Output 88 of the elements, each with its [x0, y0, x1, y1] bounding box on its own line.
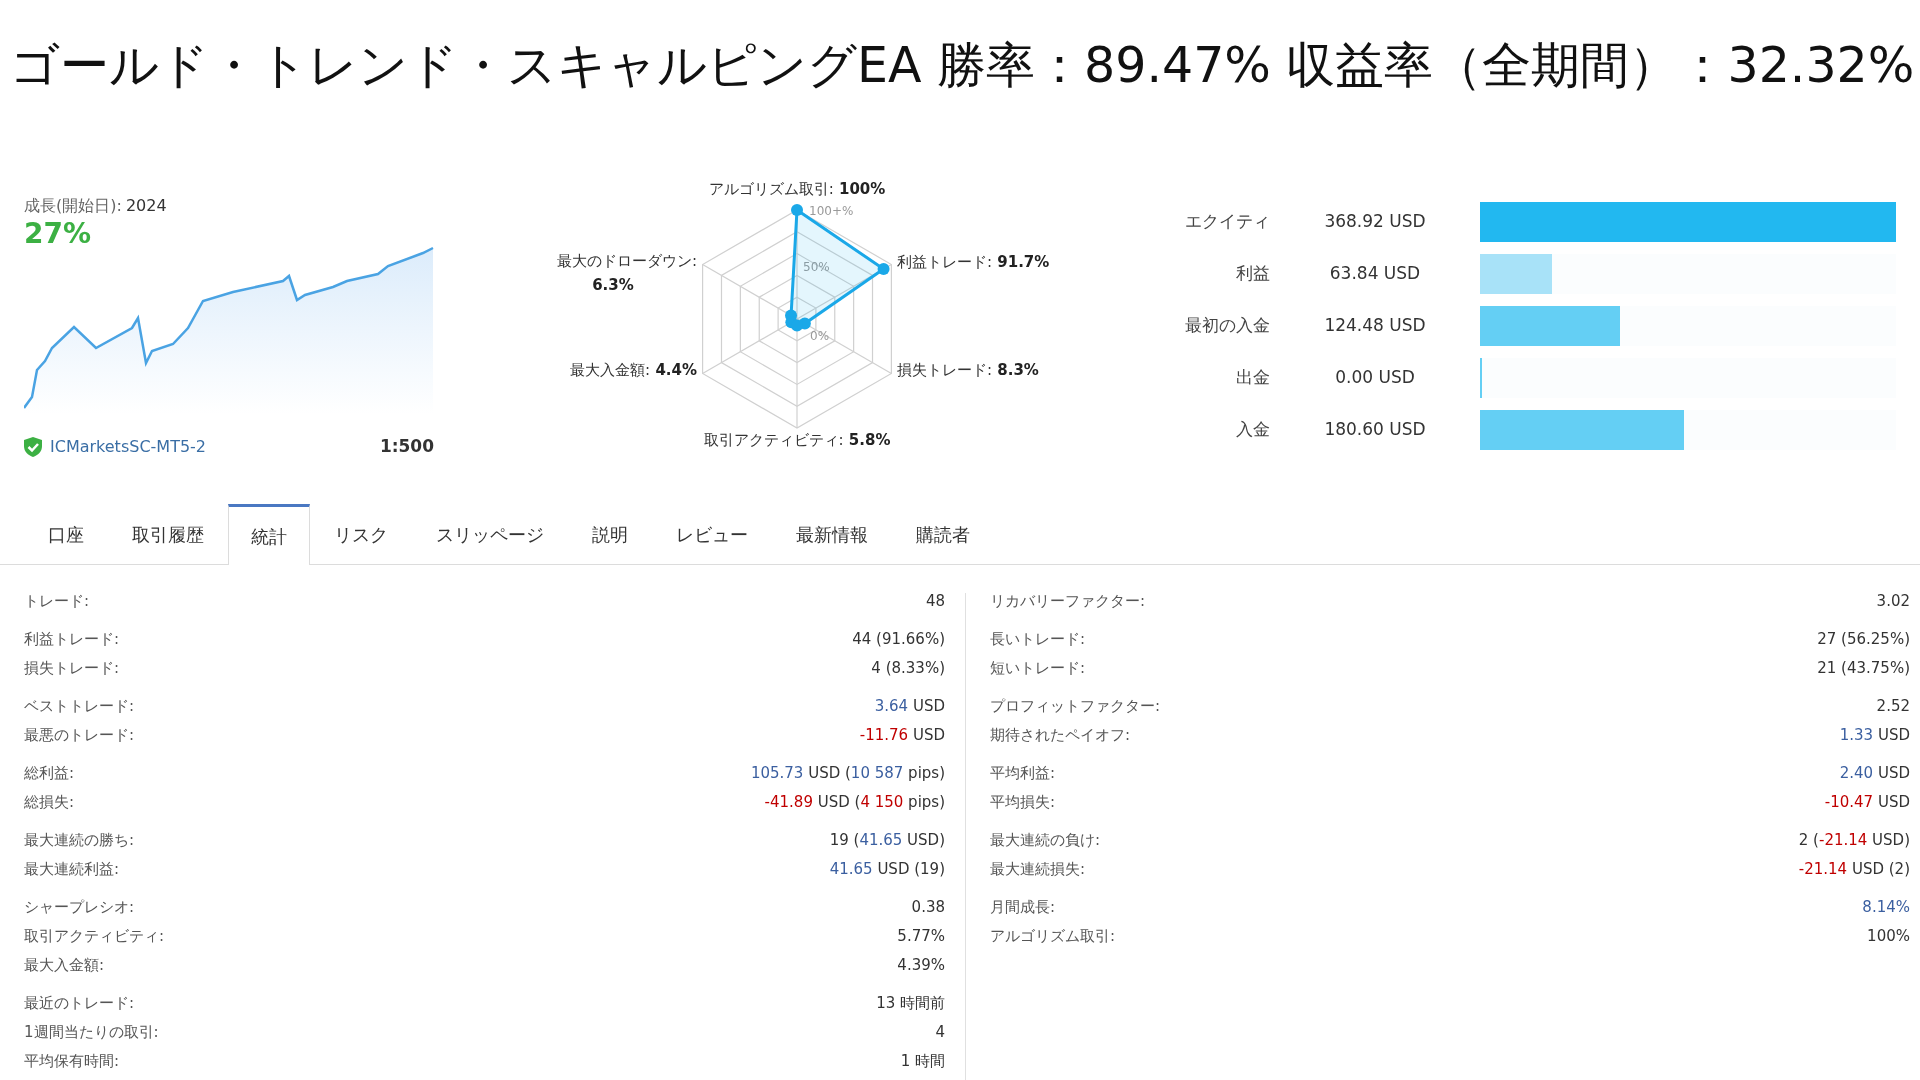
- tab[interactable]: 取引履歴: [108, 504, 228, 564]
- radar-scale-label: 50%: [803, 260, 830, 274]
- balance-value: 63.84 USD: [1328, 262, 1422, 286]
- stat-label: トレード:: [24, 591, 90, 613]
- stat-label: 最大連続の勝ち:: [24, 830, 135, 852]
- stat-label: 取引アクティビティ:: [24, 926, 165, 948]
- balance-label: エクイティ: [1184, 210, 1270, 234]
- stat-value: -41.89 USD (4 150 pips): [764, 792, 945, 814]
- page-title: ゴールド・トレンド・スキャルピングEA 勝率：89.47% 収益率（全期間）：32.32%: [10, 36, 1915, 96]
- stat-value: 41.65 USD (19): [829, 859, 945, 881]
- balance-value: 368.92 USD: [1323, 210, 1427, 234]
- stat-value: 2.40 USD: [1839, 763, 1910, 785]
- balance-label: 利益: [1235, 262, 1270, 286]
- stat-label: ベストトレード:: [24, 696, 135, 718]
- stat-value: 19 (41.65 USD): [829, 830, 945, 852]
- stat-value: 3.02: [1876, 591, 1910, 613]
- radar-axis-label: 取引アクティビティ: 5.8%: [703, 431, 891, 449]
- stat-label: 1週間当たりの取引:: [24, 1022, 159, 1044]
- leverage-value: 1:500: [379, 435, 434, 458]
- stat-label: 短いトレード:: [990, 658, 1086, 680]
- tab[interactable]: 口座: [24, 504, 108, 564]
- stat-label: 総損失:: [24, 792, 75, 814]
- stat-label: 最大連続損失:: [990, 859, 1086, 881]
- stat-value: 105.73 USD (10 587 pips): [750, 763, 945, 785]
- stat-label: 最大入金額:: [24, 955, 105, 977]
- stat-value: 4 (8.33%): [871, 658, 945, 680]
- stat-value: 8.14%: [1862, 897, 1910, 919]
- stat-value: 4.39%: [897, 955, 945, 977]
- stat-label: リカバリーファクター:: [990, 591, 1146, 613]
- tab[interactable]: スリッページ: [412, 504, 568, 564]
- stat-value: 4: [935, 1022, 945, 1044]
- balance-value: 180.60 USD: [1323, 418, 1427, 442]
- growth-value: 27%: [24, 218, 92, 250]
- growth-label: 成長(開始日):: [24, 195, 122, 217]
- stat-label: 期待されたペイオフ:: [990, 725, 1131, 747]
- stat-value: 1 時間: [900, 1051, 945, 1073]
- stat-value: 13 時間前: [876, 993, 945, 1015]
- radar-axis-reading: 6.3%: [592, 276, 634, 294]
- radar-axis-label: アルゴリズム取引: 100%: [708, 180, 886, 198]
- radar-scale-label: 100+%: [809, 204, 854, 218]
- account-link[interactable]: ICMarketsSC-MT5-2: [50, 434, 207, 459]
- tab[interactable]: 購読者: [892, 504, 994, 564]
- growth-start-year: 2024: [125, 195, 167, 217]
- stat-label: シャープレシオ:: [24, 897, 135, 919]
- stat-label: プロフィットファクター:: [990, 696, 1161, 718]
- tab[interactable]: 説明: [568, 504, 652, 564]
- tab[interactable]: レビュー: [652, 504, 772, 564]
- balance-label: 出金: [1235, 366, 1270, 390]
- balance-label: 入金: [1235, 418, 1270, 442]
- stat-label: 月間成長:: [990, 897, 1056, 919]
- balance-value: 124.48 USD: [1323, 314, 1427, 338]
- tab[interactable]: リスク: [310, 504, 412, 564]
- stat-label: 損失トレード:: [24, 658, 120, 680]
- stat-value: 0.38: [911, 897, 945, 919]
- stat-label: 平均保有時間:: [24, 1051, 120, 1073]
- stat-value: 5.77%: [897, 926, 945, 948]
- radar-axis-label: 最大のドローダウン:: [556, 252, 697, 270]
- stat-label: 平均利益:: [990, 763, 1056, 785]
- stat-label: アルゴリズム取引:: [990, 926, 1116, 948]
- balance-value: 0.00 USD: [1334, 366, 1416, 390]
- radar-axis-label: 利益トレード: 91.7%: [897, 253, 1050, 271]
- stat-label: 最悪のトレード:: [24, 725, 135, 747]
- radar-axis-label: 損失トレード: 8.3%: [897, 361, 1039, 379]
- stat-value: 2.52: [1876, 696, 1910, 718]
- balance-label: 最初の入金: [1184, 314, 1270, 338]
- stat-label: 平均損失:: [990, 792, 1056, 814]
- tab[interactable]: 統計: [228, 504, 310, 565]
- stat-label: 長いトレード:: [990, 629, 1086, 651]
- stat-value: 1.33 USD: [1839, 725, 1910, 747]
- stat-label: 最大連続利益:: [24, 859, 120, 881]
- stat-value: -10.47 USD: [1824, 792, 1910, 814]
- stat-label: 利益トレード:: [24, 629, 120, 651]
- stat-label: 総利益:: [24, 763, 75, 785]
- stat-value: 2 (-21.14 USD): [1798, 830, 1910, 852]
- stat-value: 21 (43.75%): [1817, 658, 1910, 680]
- stat-value: 44 (91.66%): [852, 629, 945, 651]
- stat-label: 最近のトレード:: [24, 993, 135, 1015]
- stat-value: 3.64 USD: [874, 696, 945, 718]
- shield-check-icon: [24, 436, 42, 457]
- stat-value: 27 (56.25%): [1817, 629, 1910, 651]
- stat-value: 48: [925, 591, 945, 613]
- stat-value: 100%: [1867, 926, 1910, 948]
- radar-axis-label: 最大入金額: 4.4%: [570, 361, 697, 379]
- radar-scale-label: 0%: [810, 329, 830, 343]
- stat-label: 最大連続の負け:: [990, 830, 1101, 852]
- tab[interactable]: 最新情報: [772, 504, 892, 564]
- stat-value: -11.76 USD: [859, 725, 945, 747]
- stat-value: -21.14 USD (2): [1798, 859, 1910, 881]
